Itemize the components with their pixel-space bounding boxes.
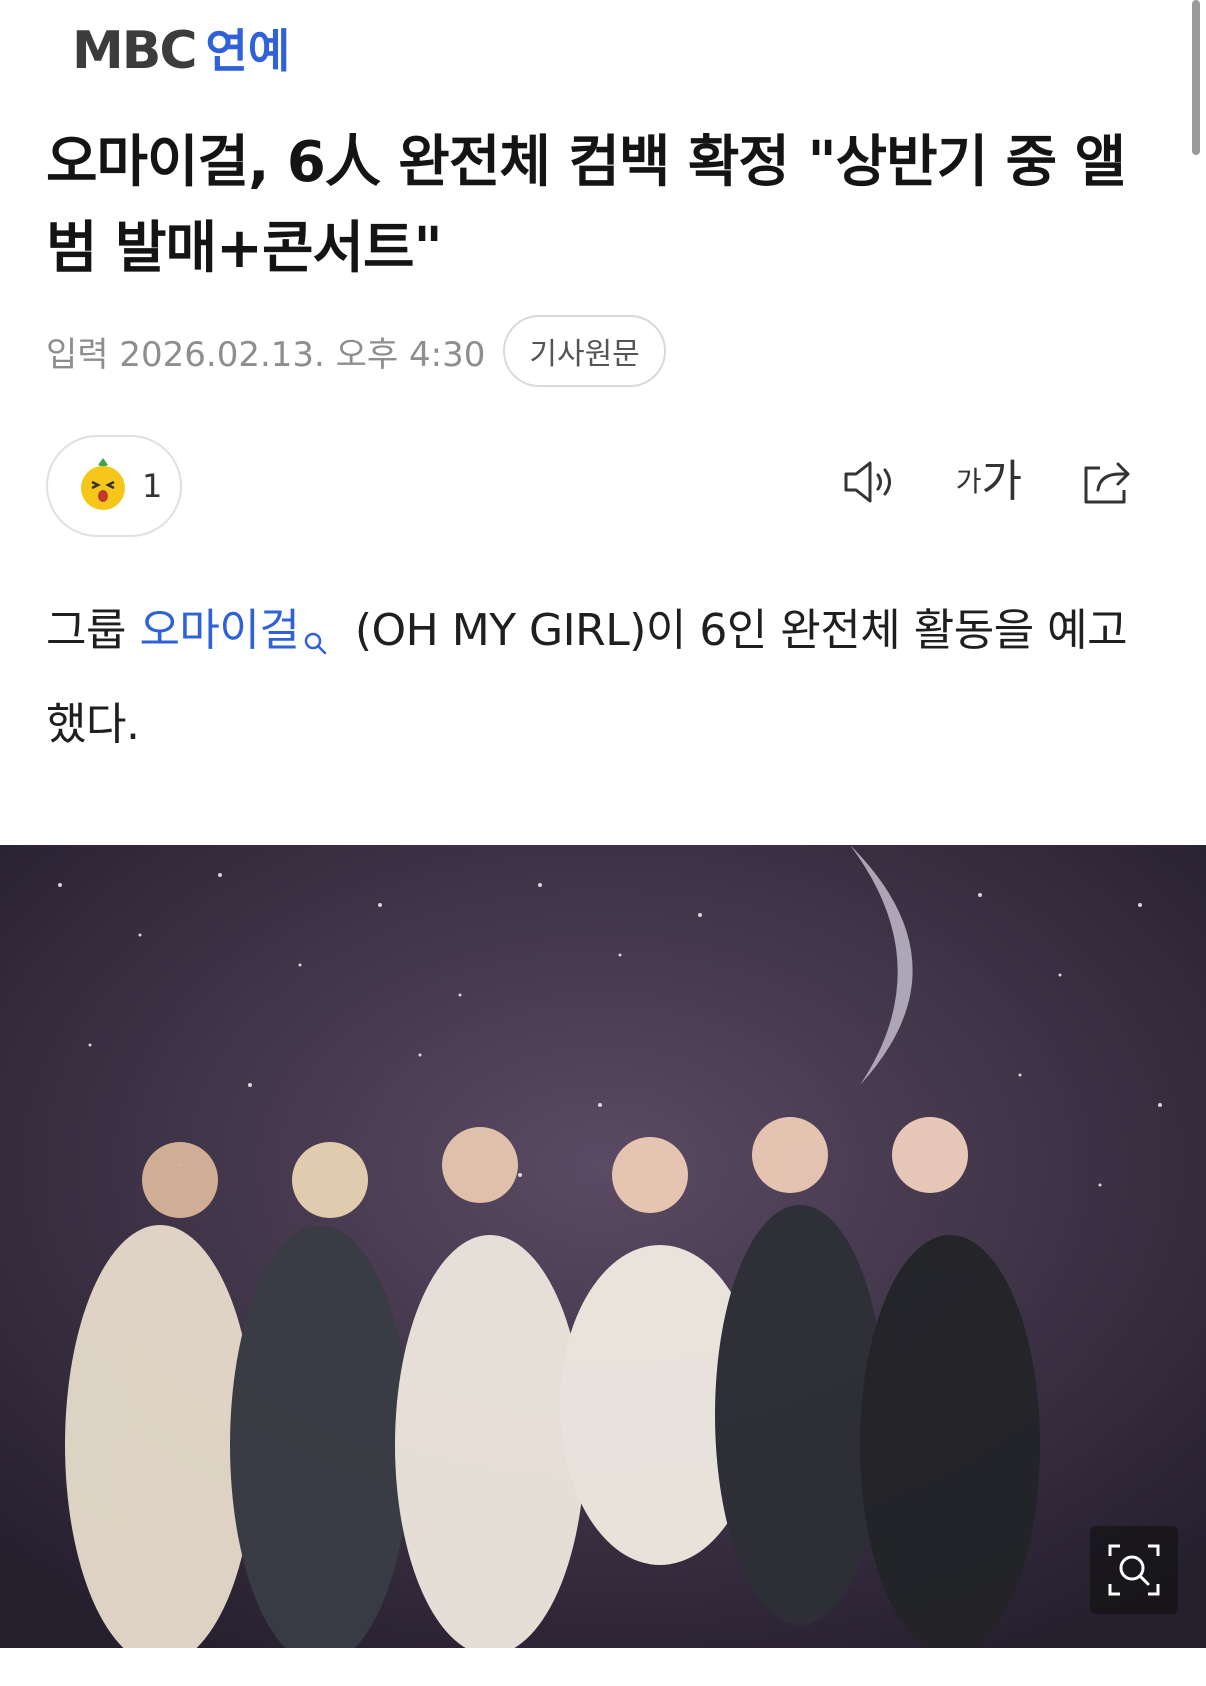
article-body: 그룹 오마이걸 (OH MY GIRL)이 6인 완전체 활동을 예고했다. bbox=[46, 590, 1166, 766]
speaker-icon[interactable] bbox=[842, 460, 898, 504]
site-header: MBC 연예 bbox=[72, 20, 290, 82]
search-icon[interactable] bbox=[303, 602, 329, 684]
publish-date: 입력 2026.02.13. 오후 4:30 bbox=[46, 334, 486, 375]
keyword-link[interactable]: 오마이걸 bbox=[139, 605, 299, 656]
scrollbar[interactable] bbox=[1192, 0, 1200, 155]
zoom-button[interactable] bbox=[1090, 1526, 1178, 1614]
reaction-count: 1 bbox=[142, 467, 163, 505]
body-text-before: 그룹 bbox=[46, 605, 140, 656]
share-icon[interactable] bbox=[1080, 458, 1134, 506]
article-photo bbox=[0, 845, 1206, 1648]
zoom-icon bbox=[1108, 1544, 1160, 1596]
reaction-button[interactable]: 1 bbox=[46, 435, 182, 537]
font-large-label: 가 bbox=[981, 456, 1022, 507]
mbc-logo[interactable]: MBC bbox=[72, 25, 198, 77]
section-logo[interactable]: 연예 bbox=[206, 28, 291, 74]
article-title: 오마이걸, 6人 완전체 컴백 확정 "상반기 중 앨범 발매+콘서트" bbox=[46, 130, 1126, 281]
original-article-button[interactable]: 기사원문 bbox=[503, 315, 666, 387]
article-meta: 입력 2026.02.13. 오후 4:30 기사원문 bbox=[46, 315, 666, 387]
photo-illustration bbox=[0, 845, 1206, 1648]
article-toolbar: 가가 bbox=[842, 458, 1134, 506]
font-small-label: 가 bbox=[955, 465, 982, 498]
reaction-emoji-icon bbox=[78, 456, 128, 516]
font-size-icon[interactable]: 가가 bbox=[956, 460, 1022, 504]
